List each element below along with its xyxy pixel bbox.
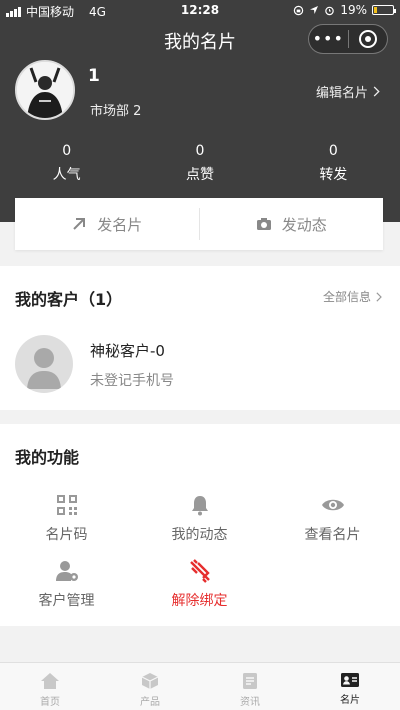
more-button[interactable]: •••: [309, 25, 348, 53]
chevron-right-icon: [376, 291, 382, 302]
card-icon: [341, 673, 359, 687]
qr-code-icon: [56, 495, 77, 515]
function-label: 名片码: [45, 527, 88, 543]
customer-phone: 未登记手机号: [90, 373, 174, 389]
battery-percent: 19%: [340, 3, 367, 17]
post-moment-button[interactable]: 发动态: [200, 198, 384, 250]
stats-row: 0 人气 0 点赞 0 转发: [0, 143, 400, 184]
stat-value: 0: [62, 143, 72, 159]
stat-label: 转发: [319, 167, 348, 183]
profile-header: 中国移动 4G 12:28 19% 我的名片 ••• 1 市场部 2 编辑名片: [0, 0, 400, 222]
news-icon: [243, 673, 257, 689]
tab-label: 首页: [40, 697, 60, 708]
customer-avatar: [15, 335, 73, 393]
close-button[interactable]: [348, 30, 387, 48]
customers-section: 我的客户（1） 全部信息 神秘客户-0 未登记手机号: [0, 266, 400, 410]
home-icon: [41, 673, 59, 689]
stat-value: 0: [328, 143, 338, 159]
function-label: 我的动态: [171, 527, 228, 543]
unlink-icon: [189, 559, 210, 583]
all-info-link[interactable]: 全部信息: [323, 288, 382, 305]
stat-popularity[interactable]: 0 人气: [0, 143, 133, 184]
customer-management-button[interactable]: 客户管理: [0, 558, 133, 610]
default-user-icon: [27, 348, 61, 389]
tab-card[interactable]: 名片: [300, 663, 400, 710]
camera-icon: [256, 218, 271, 230]
send-card-button[interactable]: 发名片: [15, 198, 199, 250]
functions-section: 我的功能 名片码 我的动态 查看名片 客户管理 解除绑定: [0, 424, 400, 626]
lock-rotation-icon: [294, 5, 304, 15]
eye-icon: [321, 499, 344, 511]
tab-home[interactable]: 首页: [0, 663, 100, 710]
alarm-icon: [325, 6, 335, 15]
bell-icon: [191, 496, 208, 516]
tab-label: 产品: [140, 697, 160, 708]
user-name: 1: [88, 66, 100, 86]
my-moments-button[interactable]: 我的动态: [133, 492, 266, 544]
arrow-up-right-icon: [73, 218, 86, 230]
edit-card-link[interactable]: 编辑名片: [316, 82, 380, 101]
user-department: 市场部 2: [90, 104, 142, 119]
post-moment-label: 发动态: [281, 215, 327, 234]
status-bar: 中国移动 4G 12:28 19%: [0, 0, 400, 22]
action-card: 发名片 发动态: [15, 198, 383, 250]
tab-label: 资讯: [240, 697, 260, 708]
qr-code-button[interactable]: 名片码: [0, 492, 133, 544]
tab-products[interactable]: 产品: [100, 663, 200, 710]
customer-name: 神秘客户-0: [90, 342, 165, 360]
tab-label: 名片: [340, 695, 360, 706]
battery-icon: [372, 5, 396, 15]
send-card-label: 发名片: [97, 215, 143, 234]
stat-value: 0: [195, 143, 205, 159]
chevron-right-icon: [373, 86, 380, 97]
stat-label: 点赞: [185, 167, 214, 183]
functions-title: 我的功能: [15, 448, 80, 467]
tab-bar: 首页 产品 资讯 名片: [0, 662, 400, 710]
avatar[interactable]: [15, 60, 75, 120]
function-label: 查看名片: [304, 527, 361, 543]
close-icon: [358, 30, 377, 48]
function-label: 解除绑定: [171, 593, 228, 609]
location-icon: [310, 6, 319, 14]
view-card-button[interactable]: 查看名片: [266, 492, 399, 544]
mini-program-capsule: •••: [308, 24, 388, 54]
function-label: 客户管理: [38, 593, 95, 609]
unbind-button[interactable]: 解除绑定: [133, 558, 266, 610]
tab-news[interactable]: 资讯: [200, 663, 300, 710]
stat-likes[interactable]: 0 点赞: [133, 143, 266, 184]
user-settings-icon: [55, 561, 78, 581]
customers-title: 我的客户（1）: [15, 290, 123, 309]
stat-label: 人气: [52, 167, 81, 183]
edit-card-label: 编辑名片: [315, 86, 368, 101]
box-icon: [141, 673, 159, 689]
all-info-label: 全部信息: [322, 290, 371, 304]
stat-shares[interactable]: 0 转发: [267, 143, 400, 184]
